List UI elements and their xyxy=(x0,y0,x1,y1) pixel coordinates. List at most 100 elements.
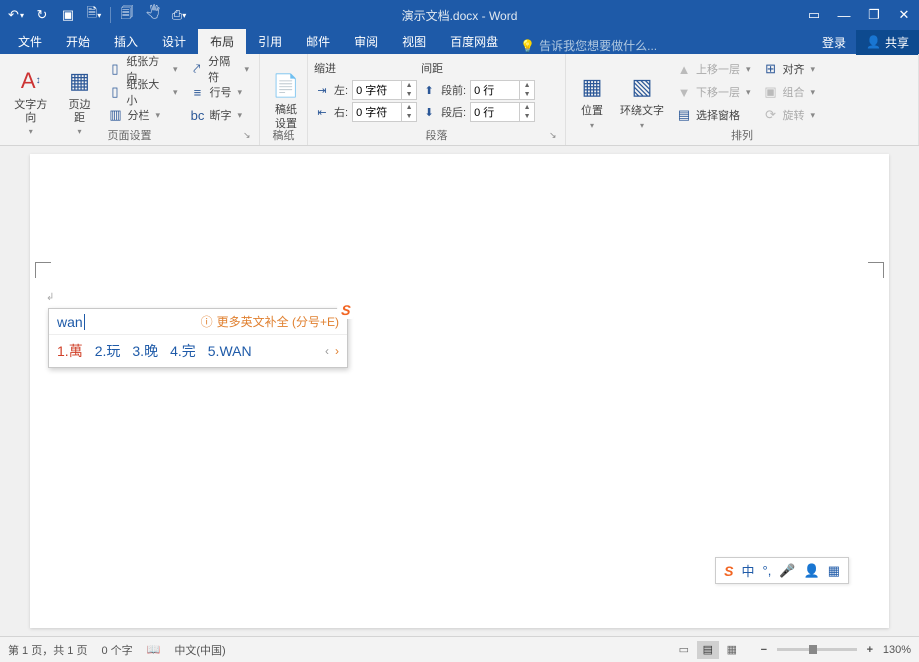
ime-toolbox-button[interactable]: ▦ xyxy=(828,563,840,579)
zoom-in-button[interactable]: + xyxy=(863,644,877,656)
spacing-header: 间距 xyxy=(421,60,535,78)
touch-icon: 🖑 xyxy=(146,4,160,26)
spin-up-button[interactable]: ▲ xyxy=(402,103,416,112)
redo-button[interactable]: ↻ xyxy=(30,3,54,27)
spacing-after-value[interactable] xyxy=(471,105,519,119)
zoom-slider-thumb[interactable] xyxy=(809,645,817,654)
selection-pane-icon: ▤ xyxy=(676,107,692,123)
breaks-button[interactable]: ⤤分隔符▾ xyxy=(185,58,253,80)
size-button[interactable]: ▯纸张大小▾ xyxy=(104,81,182,103)
indent-left-input[interactable]: ▲▼ xyxy=(352,80,417,100)
tab-review[interactable]: 审阅 xyxy=(342,29,390,54)
indent-left-value[interactable] xyxy=(353,83,401,97)
ime-candidate-5[interactable]: 5.WAN xyxy=(208,343,252,359)
ribbon-group-manuscript: 📄 稿纸 设置 稿纸 xyxy=(260,54,308,145)
ime-candidate-3[interactable]: 3.晚 xyxy=(132,341,158,361)
ribbon-group-arrange: ▦ 位置 ▾ ▧ 环绕文字 ▾ ▲上移一层▾ ▼下移一层▾ ▤选择窗格 ⊞对齐▾… xyxy=(566,54,919,145)
chevron-down-icon: ▾ xyxy=(746,64,751,75)
zoom-out-button[interactable]: − xyxy=(757,644,771,656)
selection-pane-button[interactable]: ▤选择窗格 xyxy=(672,104,755,126)
ime-candidate-2[interactable]: 2.玩 xyxy=(95,341,121,361)
spacing-after-input[interactable]: ▲▼ xyxy=(470,102,535,122)
undo-button[interactable]: ↶▾ xyxy=(4,3,28,27)
columns-button[interactable]: ▥分栏▾ xyxy=(104,104,182,126)
spin-up-button[interactable]: ▲ xyxy=(520,81,534,90)
print-preview-button[interactable]: 🗐 xyxy=(115,3,139,27)
login-button[interactable]: 登录 xyxy=(812,34,856,51)
ime-next-page-button[interactable]: › xyxy=(335,344,339,358)
dialog-launcher-button[interactable]: ↘ xyxy=(243,130,255,142)
chevron-down-icon: ▾ xyxy=(173,87,178,98)
group-label: 段落 xyxy=(308,125,565,143)
web-layout-button[interactable]: ▦ xyxy=(721,641,743,659)
undo-icon: ↶ xyxy=(8,7,19,23)
position-icon: ▦ xyxy=(576,71,608,103)
spin-up-button[interactable]: ▲ xyxy=(402,81,416,90)
chevron-down-icon: ▾ xyxy=(244,64,249,75)
zoom-control: − + 130% xyxy=(757,644,911,656)
tab-file[interactable]: 文件 xyxy=(6,29,54,54)
zoom-level[interactable]: 130% xyxy=(883,644,911,656)
line-numbers-button[interactable]: ≡行号▾ xyxy=(185,81,253,103)
indent-right-value[interactable] xyxy=(353,105,401,119)
ime-hint[interactable]: ⓘ更多英文补全 (分号+E) xyxy=(201,313,339,330)
tell-me-placeholder: 告诉我您想要做什么... xyxy=(539,37,657,54)
tab-references[interactable]: 引用 xyxy=(246,29,294,54)
touch-mode-button[interactable]: 🖑 xyxy=(141,3,165,27)
tab-insert[interactable]: 插入 xyxy=(102,29,150,54)
print-layout-button[interactable]: ▤ xyxy=(697,641,719,659)
ime-language-button[interactable]: 中 xyxy=(742,561,755,580)
spin-down-button[interactable]: ▼ xyxy=(520,112,534,121)
indent-right-input[interactable]: ▲▼ xyxy=(352,102,417,122)
zoom-slider-track[interactable] xyxy=(777,648,857,651)
ime-candidate-1[interactable]: 1.萬 xyxy=(57,341,83,361)
ime-toolbar: S 中 °, 🎤 👤 ▦ xyxy=(715,557,849,584)
proofing-button[interactable]: 📖 xyxy=(147,643,161,656)
ime-sogou-logo-icon: S xyxy=(724,563,733,579)
restore-button[interactable]: ❐ xyxy=(859,0,889,30)
spin-down-button[interactable]: ▼ xyxy=(402,90,416,99)
dialog-launcher-button[interactable]: ↘ xyxy=(549,130,561,142)
hyphenation-button[interactable]: bc断字▾ xyxy=(185,104,253,126)
spin-down-button[interactable]: ▼ xyxy=(520,90,534,99)
chevron-down-icon: ▾ xyxy=(811,64,816,75)
ime-punctuation-button[interactable]: °, xyxy=(763,563,772,578)
tell-me-search[interactable]: 💡告诉我您想要做什么... xyxy=(510,37,667,54)
ime-hint-text: 更多英文补全 (分号+E) xyxy=(217,313,339,330)
language-button[interactable]: 中文(中国) xyxy=(174,642,225,658)
qat-customize-button[interactable]: ⎙▾ xyxy=(167,3,191,27)
ime-candidate-4[interactable]: 4.完 xyxy=(170,341,196,361)
ime-candidate-list: 1.萬 2.玩 3.晚 4.完 5.WAN ‹ › xyxy=(49,335,347,367)
ribbon-display-options-button[interactable]: ▭ xyxy=(799,0,829,30)
ime-prev-page-button[interactable]: ‹ xyxy=(325,344,329,358)
align-button[interactable]: ⊞对齐▾ xyxy=(759,58,820,80)
ribbon: A↕ 文字方向 ▾ ▦ 页边距 ▾ ▯纸张方向▾ ▯纸张大小▾ ▥分栏▾ ⤤分隔… xyxy=(0,54,919,146)
ime-voice-button[interactable]: 🎤 xyxy=(779,563,795,579)
close-button[interactable]: ✕ xyxy=(889,0,919,30)
tab-baidu[interactable]: 百度网盘 xyxy=(438,29,510,54)
page-count[interactable]: 第 1 页，共 1 页 xyxy=(8,642,87,658)
indent-right-label: 右: xyxy=(334,104,348,120)
tab-design[interactable]: 设计 xyxy=(150,29,198,54)
document-area[interactable]: ↲ S wan ⓘ更多英文补全 (分号+E) 1.萬 2.玩 3.晚 4.完 5… xyxy=(0,146,919,636)
tab-mailings[interactable]: 邮件 xyxy=(294,29,342,54)
save-button[interactable]: ▣ xyxy=(56,3,80,27)
tab-layout[interactable]: 布局 xyxy=(198,29,246,54)
group-label: 页面设置 xyxy=(0,125,259,143)
word-count[interactable]: 0 个字 xyxy=(101,642,132,658)
send-backward-icon: ▼ xyxy=(676,84,692,100)
ime-skin-button[interactable]: 👤 xyxy=(804,563,820,579)
tab-home[interactable]: 开始 xyxy=(54,29,102,54)
new-doc-button[interactable]: 🗎▾ xyxy=(82,3,106,27)
spin-down-button[interactable]: ▼ xyxy=(402,112,416,121)
tab-view[interactable]: 视图 xyxy=(390,29,438,54)
read-mode-button[interactable]: ▭ xyxy=(673,641,695,659)
spin-up-button[interactable]: ▲ xyxy=(520,103,534,112)
breaks-icon: ⤤ xyxy=(189,61,204,77)
spacing-before-input[interactable]: ▲▼ xyxy=(470,80,535,100)
hyphenation-label: 断字 xyxy=(209,107,231,123)
share-button[interactable]: 👤共享 xyxy=(856,30,919,55)
spacing-before-value[interactable] xyxy=(471,83,519,97)
minimize-button[interactable]: — xyxy=(829,0,859,30)
spacing-after-label: 段后: xyxy=(441,104,466,120)
